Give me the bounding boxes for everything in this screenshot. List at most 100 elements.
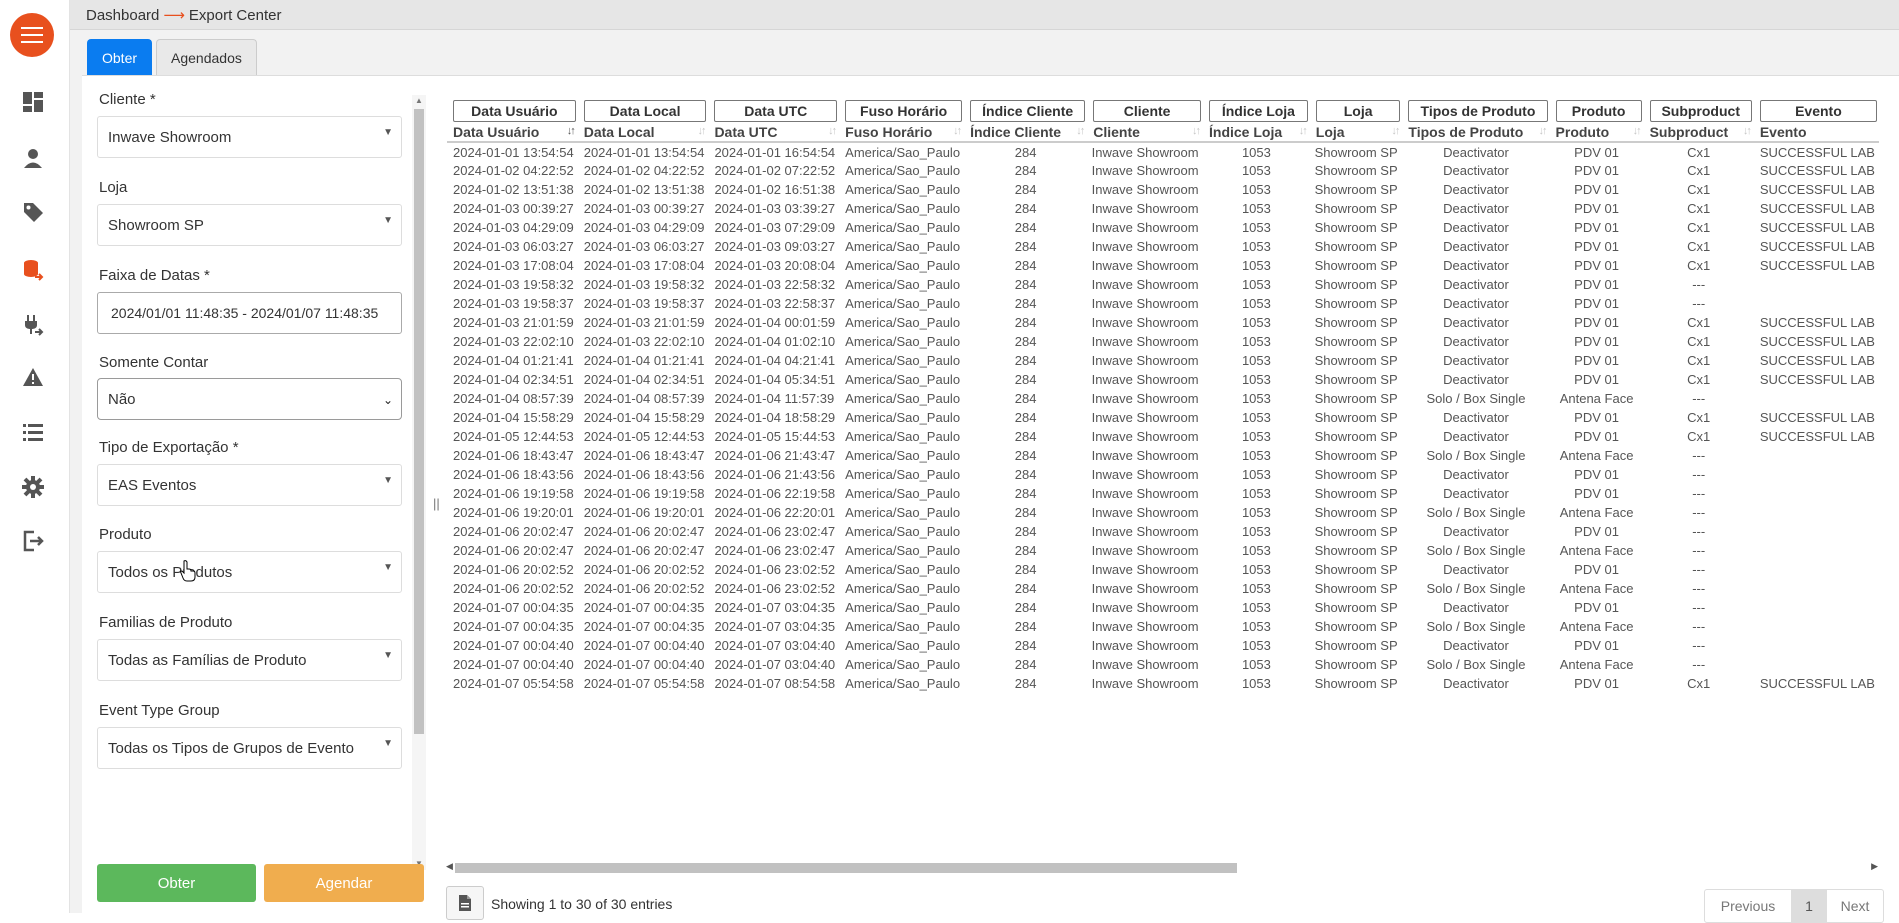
- form-scrollbar-thumb[interactable]: [414, 109, 424, 734]
- table-row[interactable]: 2024-01-03 00:39:27 2024-01-03 00:39:27 20…: [447, 199, 1879, 218]
- table-row[interactable]: 2024-01-06 18:43:56 2024-01-06 18:43:56 20…: [447, 465, 1879, 484]
- sort-icon[interactable]: ↓↑: [828, 125, 837, 137]
- column-header[interactable]: Tipos de Produto ↓↑: [1402, 122, 1550, 143]
- table-row[interactable]: 2024-01-06 19:20:01 2024-01-06 19:20:01 20…: [447, 503, 1879, 522]
- table-row[interactable]: 2024-01-03 19:58:37 2024-01-03 19:58:37 20…: [447, 294, 1879, 313]
- column-filter-input[interactable]: Índice Cliente: [970, 100, 1086, 122]
- tipo-exportacao-select[interactable]: EAS Eventos ▼: [97, 464, 402, 506]
- column-filter-input[interactable]: Subproduct: [1649, 100, 1752, 122]
- sort-icon[interactable]: ↓↑: [953, 125, 962, 137]
- column-header[interactable]: Índice Loja ↓↑: [1203, 122, 1310, 143]
- sort-icon[interactable]: ↓↑: [1391, 125, 1400, 137]
- user-icon[interactable]: [20, 145, 46, 171]
- column-header[interactable]: Data Local ↓↑: [577, 122, 709, 143]
- table-row[interactable]: 2024-01-06 20:02:47 2024-01-06 20:02:47 20…: [447, 522, 1879, 541]
- dashboard-icon[interactable]: [20, 89, 46, 115]
- sort-icon[interactable]: ↓↑: [1076, 125, 1085, 137]
- table-row[interactable]: 2024-01-03 22:02:10 2024-01-03 22:02:10 20…: [447, 332, 1879, 351]
- sort-icon[interactable]: ↓↑: [567, 125, 576, 137]
- table-row[interactable]: 2024-01-05 12:44:53 2024-01-05 12:44:53 20…: [447, 427, 1879, 446]
- table-row[interactable]: 2024-01-07 05:54:58 2024-01-07 05:54:58 20…: [447, 674, 1879, 693]
- menu-button[interactable]: [10, 13, 54, 57]
- column-header[interactable]: Fuso Horário ↓↑: [839, 122, 965, 143]
- table-row[interactable]: 2024-01-07 00:04:40 2024-01-07 00:04:40 20…: [447, 655, 1879, 674]
- column-filter-input[interactable]: Fuso Horário: [845, 100, 963, 122]
- gear-icon[interactable]: [20, 474, 46, 500]
- column-filter-input[interactable]: Data Usuário: [453, 100, 576, 122]
- scroll-right-icon[interactable]: ▶: [1871, 861, 1878, 872]
- cliente-select[interactable]: Inwave Showroom ▼: [97, 116, 402, 158]
- table-row[interactable]: 2024-01-04 01:21:41 2024-01-04 01:21:41 20…: [447, 351, 1879, 370]
- table-row[interactable]: 2024-01-04 15:58:29 2024-01-04 15:58:29 20…: [447, 408, 1879, 427]
- plug-export-icon[interactable]: [20, 312, 46, 338]
- warning-icon[interactable]: [20, 364, 46, 390]
- obter-button[interactable]: Obter: [97, 864, 256, 902]
- produto-select[interactable]: Todos os Produtos ▼: [97, 551, 402, 593]
- familias-select[interactable]: Todas as Famílias de Produto ▼: [97, 639, 402, 681]
- splitter-handle-icon[interactable]: ||: [433, 496, 440, 511]
- column-header[interactable]: Subproduct ↓↑: [1643, 122, 1754, 143]
- table-row[interactable]: 2024-01-03 04:29:09 2024-01-03 04:29:09 20…: [447, 218, 1879, 237]
- table-row[interactable]: 2024-01-06 18:43:47 2024-01-06 18:43:47 20…: [447, 446, 1879, 465]
- column-header[interactable]: Produto ↓↑: [1549, 122, 1644, 143]
- table-row[interactable]: 2024-01-04 08:57:39 2024-01-04 08:57:39 20…: [447, 389, 1879, 408]
- event-type-group-select[interactable]: Todas os Tipos de Grupos de Evento ▼: [97, 727, 402, 769]
- column-header[interactable]: Índice Cliente ↓↑: [964, 122, 1088, 143]
- column-filter-input[interactable]: Índice Loja: [1209, 100, 1308, 122]
- sort-icon[interactable]: ↓↑: [1192, 125, 1201, 137]
- table-row[interactable]: 2024-01-06 20:02:52 2024-01-06 20:02:52 20…: [447, 560, 1879, 579]
- table-row[interactable]: 2024-01-03 21:01:59 2024-01-03 21:01:59 20…: [447, 313, 1879, 332]
- table-row[interactable]: 2024-01-02 04:22:52 2024-01-02 04:22:52 20…: [447, 161, 1879, 180]
- column-filter-input[interactable]: Data Local: [583, 100, 707, 122]
- tab-obter[interactable]: Obter: [87, 39, 153, 75]
- column-filter-input[interactable]: Produto: [1555, 100, 1642, 122]
- column-header[interactable]: Loja ↓↑: [1309, 122, 1403, 143]
- column-filter-input[interactable]: Data UTC: [714, 100, 838, 122]
- column-filter-input[interactable]: Evento: [1759, 100, 1877, 122]
- column-header[interactable]: Data UTC ↓↑: [708, 122, 840, 143]
- table-row[interactable]: 2024-01-06 19:19:58 2024-01-06 19:19:58 20…: [447, 484, 1879, 503]
- table-row[interactable]: 2024-01-01 13:54:54 2024-01-01 13:54:54 20…: [447, 142, 1879, 161]
- sort-icon[interactable]: ↓↑: [1633, 125, 1642, 137]
- page-1-button[interactable]: 1: [1792, 889, 1827, 923]
- sort-icon[interactable]: ↓↑: [1539, 125, 1548, 137]
- table-scrollbar-thumb[interactable]: [455, 863, 1237, 873]
- table-horizontal-scrollbar[interactable]: ◀ ▶: [446, 861, 1878, 874]
- column-filter-input[interactable]: Tipos de Produto: [1408, 100, 1548, 122]
- table-row[interactable]: 2024-01-06 20:02:52 2024-01-06 20:02:52 20…: [447, 579, 1879, 598]
- loja-select[interactable]: Showroom SP ▼: [97, 204, 402, 246]
- tag-icon[interactable]: [20, 199, 46, 225]
- table-row[interactable]: 2024-01-07 00:04:35 2024-01-07 00:04:35 20…: [447, 598, 1879, 617]
- form-scrollbar[interactable]: ▲ ▼: [412, 95, 426, 870]
- scroll-left-icon[interactable]: ◀: [446, 861, 453, 872]
- table-row[interactable]: 2024-01-03 19:58:32 2024-01-03 19:58:32 20…: [447, 275, 1879, 294]
- column-filter-input[interactable]: Loja: [1315, 100, 1401, 122]
- next-page-button[interactable]: Next: [1827, 889, 1884, 923]
- column-header[interactable]: Data Usuário ↓↑: [447, 122, 578, 143]
- sort-icon[interactable]: ↓↑: [697, 125, 706, 137]
- table-row[interactable]: 2024-01-03 17:08:04 2024-01-03 17:08:04 20…: [447, 256, 1879, 275]
- table-row[interactable]: 2024-01-07 11:22:152024-01-07 11:22:1520…: [447, 693, 1879, 696]
- table-row[interactable]: 2024-01-06 20:02:47 2024-01-06 20:02:47 20…: [447, 541, 1879, 560]
- table-row[interactable]: 2024-01-03 06:03:27 2024-01-03 06:03:27 20…: [447, 237, 1879, 256]
- table-row[interactable]: 2024-01-07 00:04:35 2024-01-07 00:04:35 20…: [447, 617, 1879, 636]
- column-header[interactable]: Evento: [1753, 122, 1879, 143]
- logout-icon[interactable]: [20, 528, 46, 554]
- column-filter-input[interactable]: Cliente: [1093, 100, 1202, 122]
- sort-icon[interactable]: ↓↑: [1743, 125, 1752, 137]
- table-row[interactable]: 2024-01-04 02:34:51 2024-01-04 02:34:51 20…: [447, 370, 1879, 389]
- column-header[interactable]: Cliente ↓↑: [1087, 122, 1204, 143]
- database-export-icon[interactable]: [20, 257, 46, 283]
- date-range-input[interactable]: 2024/01/01 11:48:35 - 2024/01/07 11:48:3…: [97, 292, 402, 334]
- sort-icon[interactable]: ↓↑: [1299, 125, 1308, 137]
- list-icon[interactable]: [20, 419, 46, 445]
- somente-contar-select[interactable]: Não ⌄: [97, 378, 402, 420]
- previous-page-button[interactable]: Previous: [1704, 889, 1792, 923]
- agendar-button[interactable]: Agendar: [264, 864, 424, 902]
- table-row[interactable]: 2024-01-02 13:51:38 2024-01-02 13:51:38 20…: [447, 180, 1879, 199]
- tab-agendados[interactable]: Agendados: [156, 39, 257, 75]
- scroll-up-icon[interactable]: ▲: [415, 96, 423, 105]
- breadcrumb-root[interactable]: Dashboard: [86, 7, 159, 24]
- export-file-button[interactable]: [446, 886, 484, 920]
- table-row[interactable]: 2024-01-07 00:04:40 2024-01-07 00:04:40 20…: [447, 636, 1879, 655]
